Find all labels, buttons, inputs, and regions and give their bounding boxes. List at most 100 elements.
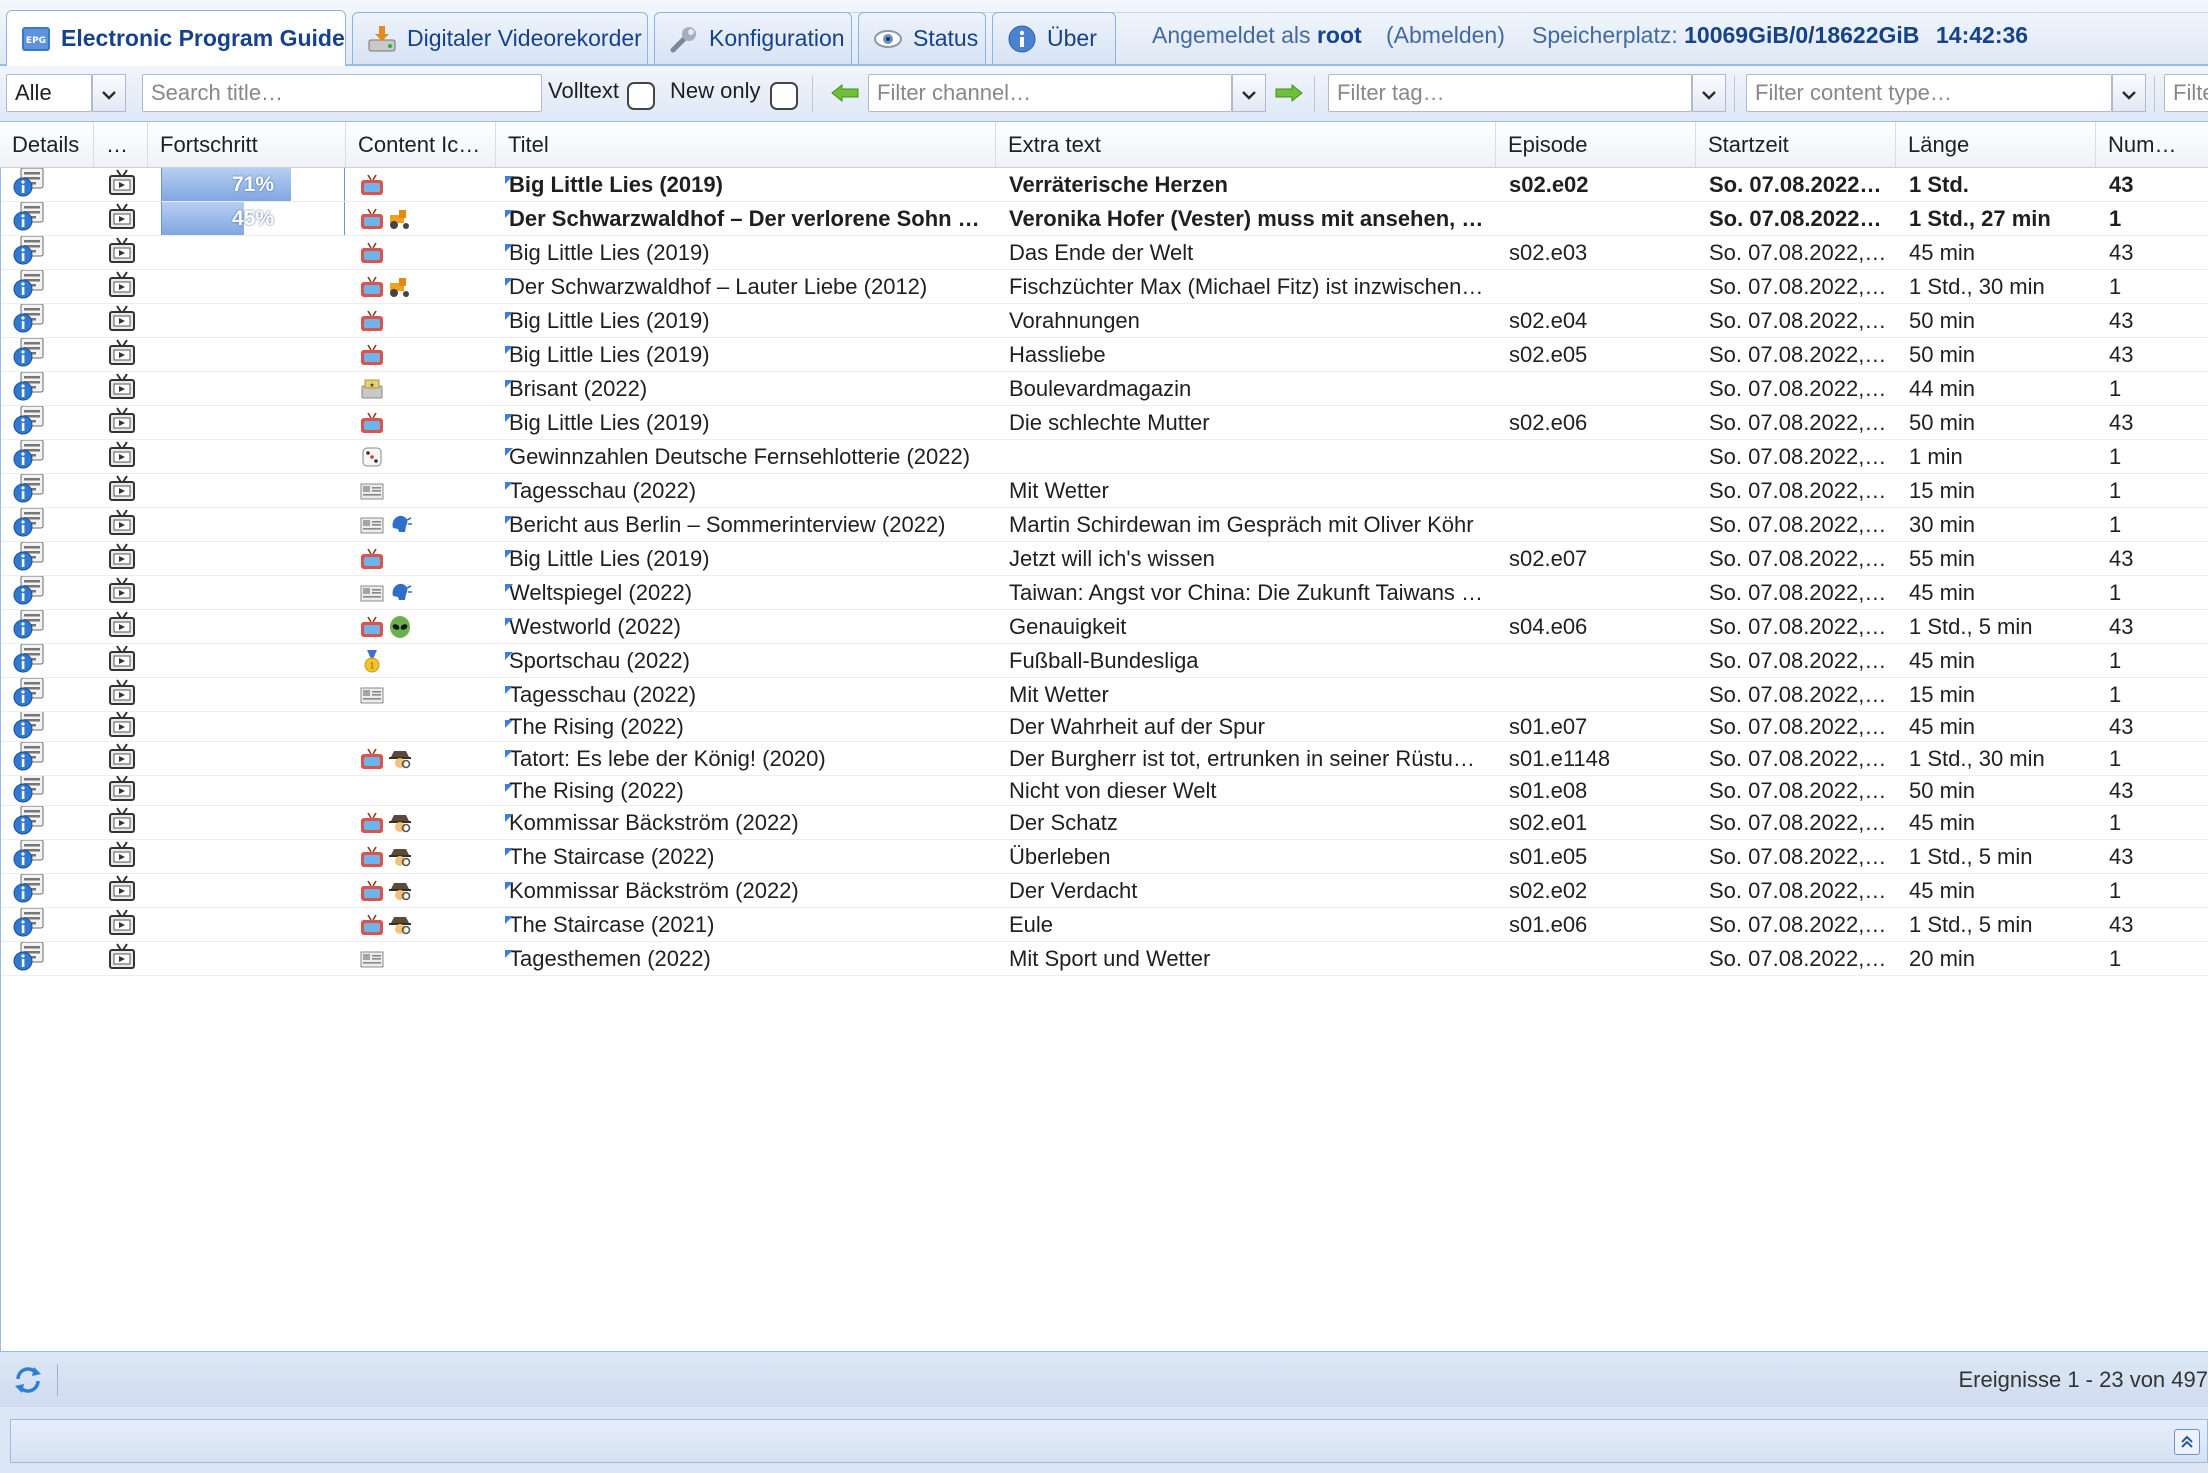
event-row[interactable]: 1 Sportschau (2022) Fußball-Bundesliga So. … (1, 644, 2208, 678)
event-filter-dropdown-trigger[interactable] (92, 74, 126, 112)
title-cell[interactable]: The Rising (2022) (497, 712, 997, 741)
event-row[interactable]: Weltspiegel (2022) Taiwan: Angst vor Chin… (1, 576, 2208, 610)
event-row[interactable]: Big Little Lies (2019) Das Ende der Welt s… (1, 236, 2208, 270)
details-info-icon[interactable] (13, 270, 47, 303)
details-info-icon[interactable] (13, 236, 47, 269)
event-row[interactable]: Westworld (2022) Genauigkeit s04.e06 So. 07… (1, 610, 2208, 644)
title-cell[interactable]: Kommissar Bäckström (2022) (497, 874, 997, 907)
event-row[interactable]: Gewinnzahlen Deutsche Fernsehlotterie (2… (1, 440, 2208, 474)
record-tv-icon[interactable] (107, 440, 137, 473)
record-tv-icon[interactable] (107, 610, 137, 643)
content-type-dropdown-trigger[interactable] (2112, 74, 2146, 112)
event-row[interactable]: Big Little Lies (2019) Jetzt will ich's w… (1, 542, 2208, 576)
title-cell[interactable]: Der Schwarzwaldhof – Lauter Liebe (2012) (497, 270, 997, 303)
event-row[interactable]: The Staircase (2021) Eule s01.e06 So. 07.08… (1, 908, 2208, 942)
event-row[interactable]: Tagesthemen (2022) Mit Sport und Wetter So… (1, 942, 2208, 976)
tab-epg[interactable]: EPG Electronic Program Guide (6, 10, 346, 66)
title-cell[interactable]: Big Little Lies (2019) (497, 236, 997, 269)
record-tv-icon[interactable] (107, 644, 137, 677)
record-tv-icon[interactable] (107, 678, 137, 711)
title-cell[interactable]: Der Schwarzwaldhof – Der verlorene Sohn … (497, 202, 997, 235)
details-info-icon[interactable] (13, 168, 47, 201)
details-info-icon[interactable] (13, 372, 47, 405)
event-row[interactable]: The Rising (2022) Der Wahrheit auf der Sp… (1, 712, 2208, 742)
details-info-icon[interactable] (13, 776, 47, 805)
details-info-icon[interactable] (13, 542, 47, 575)
column-header-record[interactable]: … (94, 122, 148, 167)
filter-content-type-input[interactable] (1746, 74, 2112, 112)
title-cell[interactable]: Tatort: Es lebe der König! (2020) (497, 742, 997, 775)
title-cell[interactable]: Tagesthemen (2022) (497, 942, 997, 975)
details-info-icon[interactable] (13, 678, 47, 711)
details-info-icon[interactable] (13, 908, 47, 941)
title-cell[interactable]: Big Little Lies (2019) (497, 338, 997, 371)
title-cell[interactable]: Big Little Lies (2019) (497, 406, 997, 439)
column-header-details[interactable]: Details (0, 122, 94, 167)
record-tv-icon[interactable] (107, 304, 137, 337)
title-cell[interactable]: The Staircase (2022) (497, 840, 997, 873)
details-info-icon[interactable] (13, 406, 47, 439)
title-cell[interactable]: Brisant (2022) (497, 372, 997, 405)
event-row[interactable]: Big Little Lies (2019) Die schlechte Mutt… (1, 406, 2208, 440)
record-tv-icon[interactable] (107, 776, 137, 805)
event-row[interactable]: Big Little Lies (2019) Vorahnungen s02.e04… (1, 304, 2208, 338)
title-cell[interactable]: Sportschau (2022) (497, 644, 997, 677)
details-info-icon[interactable] (13, 644, 47, 677)
record-tv-icon[interactable] (107, 236, 137, 269)
details-info-icon[interactable] (13, 712, 47, 741)
title-cell[interactable]: Bericht aus Berlin – Sommerinterview (20… (497, 508, 997, 541)
details-info-icon[interactable] (13, 806, 47, 839)
event-row[interactable]: Bericht aus Berlin – Sommerinterview (20… (1, 508, 2208, 542)
expand-panel-icon[interactable] (2174, 1429, 2200, 1455)
details-info-icon[interactable] (13, 440, 47, 473)
details-info-icon[interactable] (13, 742, 47, 775)
event-filter-select[interactable]: Alle (6, 74, 92, 112)
title-cell[interactable]: Gewinnzahlen Deutsche Fernsehlotterie (2… (497, 440, 997, 473)
record-tv-icon[interactable] (107, 270, 137, 303)
event-row[interactable]: ★ Brisant (2022) Boulevardmagazin So. 07.08… (1, 372, 2208, 406)
tab-status[interactable]: Status (858, 12, 986, 64)
event-row[interactable]: 71% Big Little Lies (2019) Verräterische H… (1, 168, 2208, 202)
record-tv-icon[interactable] (107, 168, 137, 201)
details-info-icon[interactable] (13, 508, 47, 541)
event-row[interactable]: Der Schwarzwaldhof – Lauter Liebe (2012)… (1, 270, 2208, 304)
details-info-icon[interactable] (13, 576, 47, 609)
refresh-icon[interactable] (12, 1365, 44, 1401)
column-header-title[interactable]: Titel (496, 122, 996, 167)
column-header-extra-text[interactable]: Extra text (996, 122, 1496, 167)
record-tv-icon[interactable] (107, 508, 137, 541)
column-header-length[interactable]: Länge (1896, 122, 2096, 167)
title-cell[interactable]: Weltspiegel (2022) (497, 576, 997, 609)
details-info-icon[interactable] (13, 304, 47, 337)
details-info-icon[interactable] (13, 610, 47, 643)
title-cell[interactable]: Big Little Lies (2019) (497, 304, 997, 337)
new-only-checkbox[interactable] (770, 82, 798, 110)
title-cell[interactable]: Big Little Lies (2019) (497, 168, 997, 201)
event-row[interactable]: 45% Der Schwarzwaldhof – Der verlorene So… (1, 202, 2208, 236)
event-row[interactable]: Tagesschau (2022) Mit Wetter So. 07.08.202… (1, 678, 2208, 712)
event-row[interactable]: Big Little Lies (2019) Hassliebe s02.e05 So… (1, 338, 2208, 372)
event-row[interactable]: Kommissar Bäckström (2022) Der Verdacht s0… (1, 874, 2208, 908)
record-tv-icon[interactable] (107, 576, 137, 609)
title-cell[interactable]: Kommissar Bäckström (2022) (497, 806, 997, 839)
volltext-checkbox[interactable] (627, 82, 655, 110)
collapsed-log-panel[interactable] (10, 1419, 2208, 1463)
event-row[interactable]: The Rising (2022) Nicht von dieser Welt s0… (1, 776, 2208, 806)
tab-ueber[interactable]: Über (992, 12, 1116, 64)
logout-link[interactable]: (Abmelden) (1386, 22, 1505, 49)
record-tv-icon[interactable] (107, 908, 137, 941)
record-tv-icon[interactable] (107, 742, 137, 775)
details-info-icon[interactable] (13, 942, 47, 975)
column-header-start-time[interactable]: Startzeit (1696, 122, 1896, 167)
column-header-content-icons[interactable]: Content Ic… (346, 122, 496, 167)
event-row[interactable]: Tagesschau (2022) Mit Wetter So. 07.08.202… (1, 474, 2208, 508)
record-tv-icon[interactable] (107, 840, 137, 873)
record-tv-icon[interactable] (107, 202, 137, 235)
tag-dropdown-trigger[interactable] (1692, 74, 1726, 112)
column-header-episode[interactable]: Episode (1496, 122, 1696, 167)
search-title-input[interactable] (142, 74, 542, 112)
record-tv-icon[interactable] (107, 542, 137, 575)
filter-channel-input[interactable] (868, 74, 1232, 112)
title-cell[interactable]: Tagesschau (2022) (497, 474, 997, 507)
title-cell[interactable]: The Staircase (2021) (497, 908, 997, 941)
